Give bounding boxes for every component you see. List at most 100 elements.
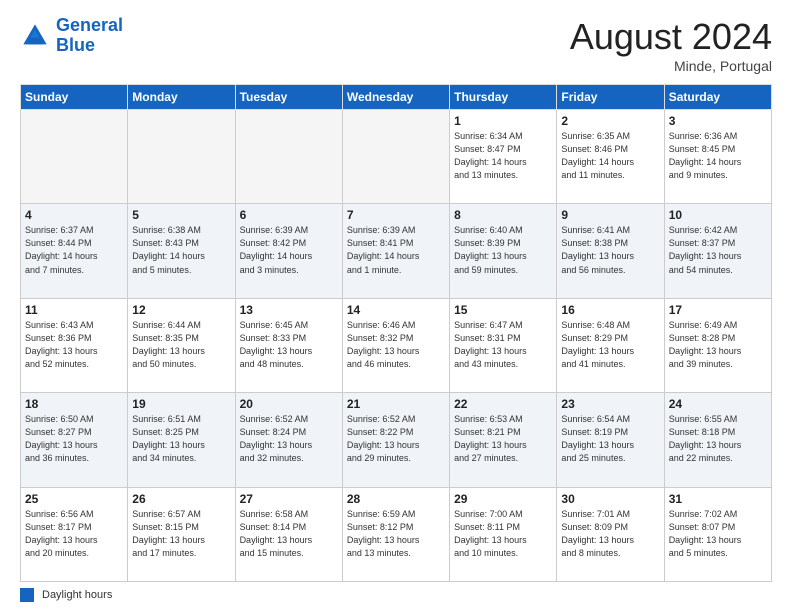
legend: Daylight hours [20, 588, 772, 602]
calendar-cell: 5 Sunrise: 6:38 AM Sunset: 8:43 PM Daylig… [128, 204, 235, 298]
day-number: 2 [561, 114, 659, 128]
day-info: Sunrise: 7:00 AM Sunset: 8:11 PM Dayligh… [454, 508, 552, 560]
logo-text: General Blue [56, 16, 123, 56]
calendar-cell: 22 Sunrise: 6:53 AM Sunset: 8:21 PM Dayli… [450, 393, 557, 487]
day-number: 15 [454, 303, 552, 317]
calendar-cell: 24 Sunrise: 6:55 AM Sunset: 8:18 PM Dayli… [664, 393, 771, 487]
day-info: Sunrise: 6:55 AM Sunset: 8:18 PM Dayligh… [669, 413, 767, 465]
day-number: 5 [132, 208, 230, 222]
day-info: Sunrise: 7:02 AM Sunset: 8:07 PM Dayligh… [669, 508, 767, 560]
title-block: August 2024 Minde, Portugal [570, 16, 772, 74]
day-number: 18 [25, 397, 123, 411]
day-number: 13 [240, 303, 338, 317]
calendar-header-saturday: Saturday [664, 85, 771, 110]
page: General Blue August 2024 Minde, Portugal… [0, 0, 792, 612]
calendar-week-3: 18 Sunrise: 6:50 AM Sunset: 8:27 PM Dayli… [21, 393, 772, 487]
calendar-cell: 17Sunrise: 6:49 AM Sunset: 8:28 PM Dayli… [664, 298, 771, 392]
day-info: Sunrise: 6:44 AM Sunset: 8:35 PM Dayligh… [132, 319, 230, 371]
day-number: 28 [347, 492, 445, 506]
day-number: 7 [347, 208, 445, 222]
day-info: Sunrise: 6:38 AM Sunset: 8:43 PM Dayligh… [132, 224, 230, 276]
day-info: Sunrise: 6:47 AM Sunset: 8:31 PM Dayligh… [454, 319, 552, 371]
calendar-cell: 19 Sunrise: 6:51 AM Sunset: 8:25 PM Dayli… [128, 393, 235, 487]
day-info: Sunrise: 6:50 AM Sunset: 8:27 PM Dayligh… [25, 413, 123, 465]
day-info: Sunrise: 6:42 AM Sunset: 8:37 PM Dayligh… [669, 224, 767, 276]
calendar-cell [235, 110, 342, 204]
calendar-header-row: SundayMondayTuesdayWednesdayThursdayFrid… [21, 85, 772, 110]
calendar-cell: 31 Sunrise: 7:02 AM Sunset: 8:07 PM Dayli… [664, 487, 771, 581]
day-info: Sunrise: 6:48 AM Sunset: 8:29 PM Dayligh… [561, 319, 659, 371]
calendar-cell: 21Sunrise: 6:52 AM Sunset: 8:22 PM Dayli… [342, 393, 449, 487]
calendar-cell: 6Sunrise: 6:39 AM Sunset: 8:42 PM Daylig… [235, 204, 342, 298]
calendar-week-0: 1 Sunrise: 6:34 AM Sunset: 8:47 PM Daylig… [21, 110, 772, 204]
calendar-cell: 7 Sunrise: 6:39 AM Sunset: 8:41 PM Daylig… [342, 204, 449, 298]
calendar-cell: 1 Sunrise: 6:34 AM Sunset: 8:47 PM Daylig… [450, 110, 557, 204]
day-info: Sunrise: 6:53 AM Sunset: 8:21 PM Dayligh… [454, 413, 552, 465]
day-number: 26 [132, 492, 230, 506]
day-number: 31 [669, 492, 767, 506]
calendar-cell: 10Sunrise: 6:42 AM Sunset: 8:37 PM Dayli… [664, 204, 771, 298]
calendar-cell [128, 110, 235, 204]
day-number: 16 [561, 303, 659, 317]
day-number: 27 [240, 492, 338, 506]
logo: General Blue [20, 16, 123, 56]
calendar-cell [342, 110, 449, 204]
calendar-week-4: 25 Sunrise: 6:56 AM Sunset: 8:17 PM Dayli… [21, 487, 772, 581]
calendar-header-friday: Friday [557, 85, 664, 110]
calendar-cell: 13Sunrise: 6:45 AM Sunset: 8:33 PM Dayli… [235, 298, 342, 392]
day-info: Sunrise: 6:56 AM Sunset: 8:17 PM Dayligh… [25, 508, 123, 560]
day-info: Sunrise: 7:01 AM Sunset: 8:09 PM Dayligh… [561, 508, 659, 560]
day-info: Sunrise: 6:39 AM Sunset: 8:41 PM Dayligh… [347, 224, 445, 276]
calendar-cell: 12 Sunrise: 6:44 AM Sunset: 8:35 PM Dayli… [128, 298, 235, 392]
calendar-week-2: 11 Sunrise: 6:43 AM Sunset: 8:36 PM Dayli… [21, 298, 772, 392]
day-number: 9 [561, 208, 659, 222]
calendar-week-1: 4 Sunrise: 6:37 AM Sunset: 8:44 PM Daylig… [21, 204, 772, 298]
day-number: 25 [25, 492, 123, 506]
day-info: Sunrise: 6:51 AM Sunset: 8:25 PM Dayligh… [132, 413, 230, 465]
calendar-cell: 8Sunrise: 6:40 AM Sunset: 8:39 PM Daylig… [450, 204, 557, 298]
day-info: Sunrise: 6:34 AM Sunset: 8:47 PM Dayligh… [454, 130, 552, 182]
day-info: Sunrise: 6:41 AM Sunset: 8:38 PM Dayligh… [561, 224, 659, 276]
day-info: Sunrise: 6:36 AM Sunset: 8:45 PM Dayligh… [669, 130, 767, 182]
header: General Blue August 2024 Minde, Portugal [20, 16, 772, 74]
calendar-cell: 14Sunrise: 6:46 AM Sunset: 8:32 PM Dayli… [342, 298, 449, 392]
day-number: 22 [454, 397, 552, 411]
calendar-cell: 16 Sunrise: 6:48 AM Sunset: 8:29 PM Dayli… [557, 298, 664, 392]
day-number: 14 [347, 303, 445, 317]
calendar-cell: 25 Sunrise: 6:56 AM Sunset: 8:17 PM Dayli… [21, 487, 128, 581]
calendar-cell: 27 Sunrise: 6:58 AM Sunset: 8:14 PM Dayli… [235, 487, 342, 581]
day-info: Sunrise: 6:58 AM Sunset: 8:14 PM Dayligh… [240, 508, 338, 560]
day-number: 1 [454, 114, 552, 128]
day-number: 11 [25, 303, 123, 317]
day-info: Sunrise: 6:59 AM Sunset: 8:12 PM Dayligh… [347, 508, 445, 560]
day-info: Sunrise: 6:52 AM Sunset: 8:22 PM Dayligh… [347, 413, 445, 465]
calendar-header-tuesday: Tuesday [235, 85, 342, 110]
calendar-cell: 9 Sunrise: 6:41 AM Sunset: 8:38 PM Daylig… [557, 204, 664, 298]
calendar-header-sunday: Sunday [21, 85, 128, 110]
calendar-cell: 23Sunrise: 6:54 AM Sunset: 8:19 PM Dayli… [557, 393, 664, 487]
day-number: 23 [561, 397, 659, 411]
month-title: August 2024 [570, 16, 772, 58]
calendar-cell: 18 Sunrise: 6:50 AM Sunset: 8:27 PM Dayli… [21, 393, 128, 487]
day-info: Sunrise: 6:52 AM Sunset: 8:24 PM Dayligh… [240, 413, 338, 465]
day-number: 24 [669, 397, 767, 411]
day-number: 29 [454, 492, 552, 506]
day-info: Sunrise: 6:37 AM Sunset: 8:44 PM Dayligh… [25, 224, 123, 276]
day-info: Sunrise: 6:43 AM Sunset: 8:36 PM Dayligh… [25, 319, 123, 371]
day-number: 19 [132, 397, 230, 411]
day-number: 12 [132, 303, 230, 317]
logo-icon [20, 21, 50, 51]
calendar-cell: 2Sunrise: 6:35 AM Sunset: 8:46 PM Daylig… [557, 110, 664, 204]
day-info: Sunrise: 6:40 AM Sunset: 8:39 PM Dayligh… [454, 224, 552, 276]
day-info: Sunrise: 6:57 AM Sunset: 8:15 PM Dayligh… [132, 508, 230, 560]
day-number: 17 [669, 303, 767, 317]
day-number: 6 [240, 208, 338, 222]
day-number: 4 [25, 208, 123, 222]
day-number: 20 [240, 397, 338, 411]
calendar-cell: 30Sunrise: 7:01 AM Sunset: 8:09 PM Dayli… [557, 487, 664, 581]
calendar-cell: 15 Sunrise: 6:47 AM Sunset: 8:31 PM Dayli… [450, 298, 557, 392]
calendar-cell: 4 Sunrise: 6:37 AM Sunset: 8:44 PM Daylig… [21, 204, 128, 298]
calendar-cell: 11 Sunrise: 6:43 AM Sunset: 8:36 PM Dayli… [21, 298, 128, 392]
calendar-cell: 20 Sunrise: 6:52 AM Sunset: 8:24 PM Dayli… [235, 393, 342, 487]
calendar-cell: 26 Sunrise: 6:57 AM Sunset: 8:15 PM Dayli… [128, 487, 235, 581]
